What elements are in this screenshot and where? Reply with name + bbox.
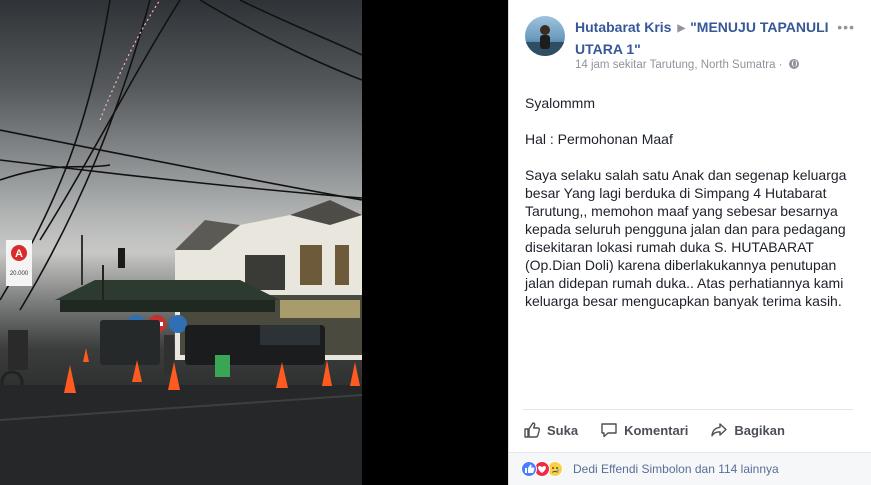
- post-meta: 14 jam sekitar Tarutung, North Sumatra ·: [575, 59, 799, 71]
- post-paragraph: Syalommm: [525, 95, 596, 111]
- post-text: Syalommm Hal : Permohonan Maaf Saya sela…: [525, 94, 861, 328]
- share-button[interactable]: Bagikan: [710, 421, 785, 439]
- comment-button[interactable]: Komentari: [600, 421, 688, 439]
- comment-icon: [601, 423, 617, 438]
- globe-icon: [788, 59, 799, 69]
- like-button[interactable]: Suka: [523, 421, 578, 439]
- reaction-icons[interactable]: [521, 461, 563, 477]
- author-name-link[interactable]: Hutabarat Kris: [575, 19, 671, 35]
- like-reaction-icon: [521, 461, 537, 477]
- post-photo[interactable]: A 20.000: [0, 0, 362, 485]
- reaction-summary-link[interactable]: Dedi Effendi Simbolon dan 114 lainnya: [573, 462, 779, 476]
- post-header: Hutabarat Kris ▶ "MENUJU TAPANULI UTARA 1": [575, 17, 835, 59]
- reactions-bar: Dedi Effendi Simbolon dan 114 lainnya: [509, 452, 871, 485]
- avatar-image: [525, 25, 565, 56]
- post-side-panel: Hutabarat Kris ▶ "MENUJU TAPANULI UTARA 1"…: [508, 0, 871, 485]
- more-options-icon[interactable]: •••: [837, 19, 855, 35]
- comment-label: Komentari: [624, 422, 689, 438]
- share-label: Bagikan: [734, 422, 785, 438]
- sign-price: 20.000: [10, 271, 29, 277]
- shared-to-arrow-icon: ▶: [677, 23, 686, 34]
- share-arrow-icon: [711, 423, 728, 437]
- actions-divider: [523, 409, 853, 410]
- avatar[interactable]: [525, 16, 565, 56]
- photo-viewer-background: [362, 0, 508, 485]
- like-label: Suka: [547, 422, 579, 438]
- thumbs-up-icon: [524, 422, 541, 438]
- sign-letter: A: [15, 248, 23, 260]
- post-paragraph: Saya selaku salah satu Anak dan segenap …: [525, 167, 847, 309]
- post-paragraph: Hal : Permohonan Maaf: [525, 131, 673, 147]
- post-timestamp-location[interactable]: 14 jam sekitar Tarutung, North Sumatra ·: [575, 59, 783, 71]
- post-actions: Suka Komentari Bagikan: [523, 415, 807, 445]
- street-scene-image: A 20.000: [0, 0, 362, 485]
